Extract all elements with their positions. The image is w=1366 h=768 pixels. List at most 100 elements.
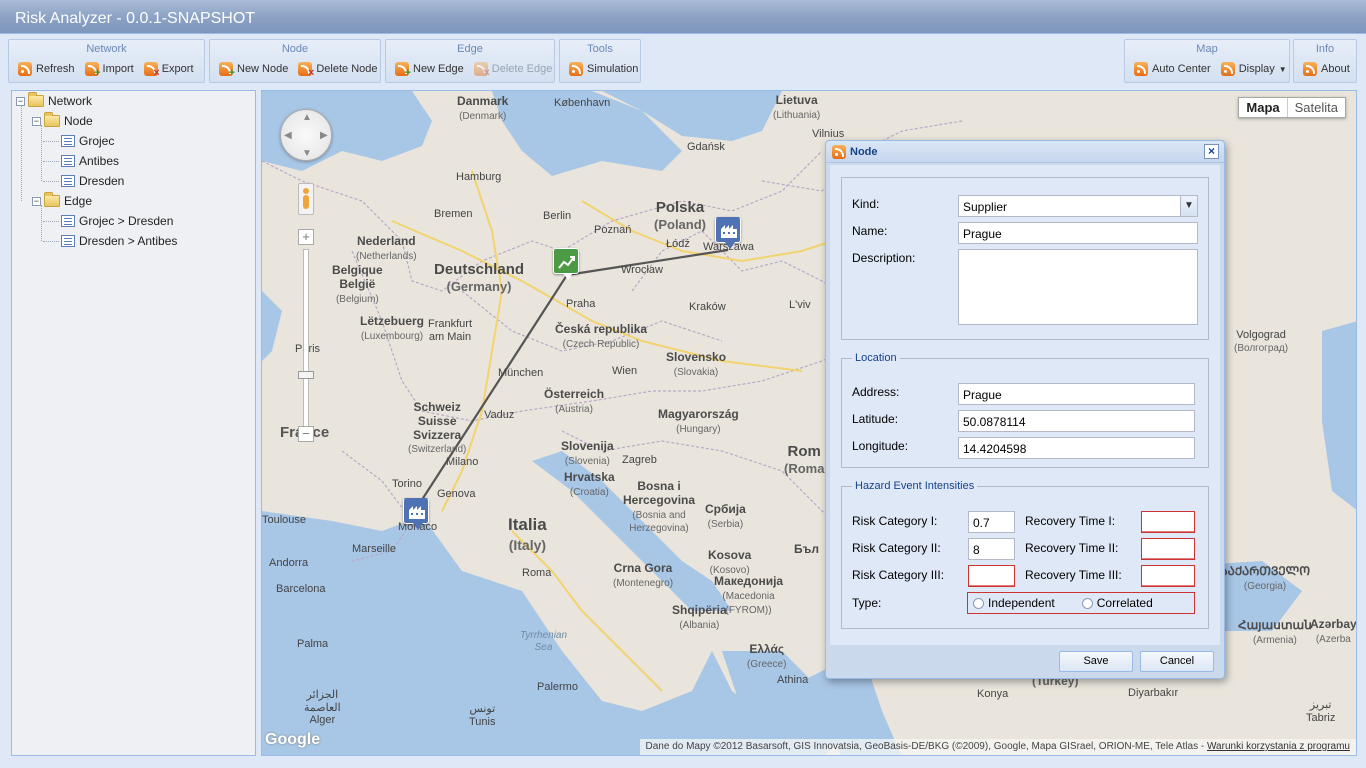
delete-edge-button[interactable]: Delete Edge	[469, 58, 558, 80]
zoom-out-button[interactable]: −	[298, 426, 314, 442]
risk-category-3-field[interactable]	[968, 565, 1015, 587]
map-label: L'viv	[789, 299, 811, 311]
node-marker-antibes[interactable]	[403, 498, 429, 530]
delete-node-label: Delete Node	[316, 63, 378, 75]
pan-control[interactable]: ▲ ▼ ◀ ▶	[280, 109, 332, 161]
map-label: Italia (Italy)	[508, 515, 547, 553]
new-edge-button[interactable]: New Edge	[390, 58, 469, 80]
tree-item-edge-folder[interactable]: − Edge	[32, 192, 92, 210]
map-label: Hamburg	[456, 171, 502, 183]
tree-item-node[interactable]: Dresden	[61, 172, 124, 190]
auto-center-label: Auto Center	[1152, 63, 1211, 75]
map-label: München	[498, 367, 544, 379]
map-label: ᲡᲐᲥᲐᲠᲗᲕᲔᲚᲝ (Georgia)	[1220, 564, 1311, 592]
collapse-toggle-icon[interactable]: −	[16, 96, 25, 106]
import-button[interactable]: Import	[80, 58, 139, 80]
tree-item-network[interactable]: − Network	[16, 92, 92, 110]
map-label: Poznań	[594, 224, 632, 236]
edge-icon	[61, 215, 75, 227]
pan-down-icon[interactable]: ▼	[302, 148, 312, 159]
auto-center-icon	[1134, 62, 1148, 76]
auto-center-button[interactable]: Auto Center	[1129, 58, 1216, 80]
close-icon[interactable]: ×	[1204, 144, 1219, 159]
tree-item-node-folder[interactable]: − Node	[32, 112, 93, 130]
longitude-field[interactable]: 14.4204598	[958, 437, 1195, 459]
export-icon	[143, 62, 160, 79]
tree-item-node[interactable]: Antibes	[61, 152, 119, 170]
zoom-slider-track[interactable]	[303, 249, 309, 429]
new-edge-label: New Edge	[413, 63, 464, 75]
independent-radio[interactable]	[973, 597, 984, 609]
tree-item-node[interactable]: Grojec	[61, 132, 114, 150]
node-marker-dresden[interactable]	[553, 248, 579, 280]
map-label: Kosova (Kosovo)	[708, 548, 752, 576]
kind-select[interactable]: Supplier ▼	[958, 195, 1198, 217]
pan-up-icon[interactable]: ▲	[302, 112, 312, 123]
map-label: Lëtzebuerg (Luxembourg)	[360, 314, 425, 342]
correlated-label[interactable]: Correlated	[1097, 596, 1153, 610]
chart-icon	[558, 256, 575, 269]
tree-item-label: Grojec > Dresden	[79, 214, 174, 228]
collapse-toggle-icon[interactable]: −	[32, 196, 41, 206]
factory-icon	[409, 506, 425, 519]
latitude-field[interactable]: 50.0878114	[958, 410, 1195, 432]
about-label: About	[1321, 63, 1350, 75]
display-menu-button[interactable]: Display ▼	[1216, 58, 1292, 80]
tree-item-edge[interactable]: Dresden > Antibes	[61, 232, 177, 250]
tree-connector	[43, 241, 59, 242]
map-label: تبریز Tabriz	[1306, 699, 1336, 724]
address-field[interactable]: Prague	[958, 383, 1195, 405]
risk-category-2-field[interactable]: 8	[968, 538, 1015, 560]
zoom-slider-handle[interactable]	[298, 371, 314, 379]
tree-item-edge[interactable]: Grojec > Dresden	[61, 212, 173, 230]
risk-category-1-label: Risk Category I:	[852, 514, 938, 528]
tree-connector	[21, 105, 22, 201]
zoom-in-button[interactable]: +	[298, 229, 314, 245]
map-label: Zagreb	[622, 454, 657, 466]
map-label: Österreich (Austria)	[544, 387, 605, 415]
map-label: Rom (Roma	[784, 443, 825, 477]
map-type-satellite-button[interactable]: Satelita	[1288, 98, 1345, 117]
node-dialog: Node × Kind: Supplier ▼ Name: Prague Des…	[825, 140, 1225, 679]
map-label: Magyarország (Hungary)	[658, 407, 739, 435]
map-label: Danmark (Denmark)	[457, 94, 509, 122]
simulation-button[interactable]: Simulation	[564, 58, 643, 80]
edge-icon	[61, 235, 75, 247]
risk-category-1-field[interactable]: 0.7	[968, 511, 1015, 533]
correlated-radio[interactable]	[1081, 597, 1093, 609]
terms-link[interactable]: Warunki korzystania z programu	[1207, 741, 1350, 752]
map-type-map-button[interactable]: Mapa	[1239, 98, 1288, 117]
pan-left-icon[interactable]: ◀	[284, 130, 292, 141]
delete-node-button[interactable]: Delete Node	[293, 58, 382, 80]
independent-label[interactable]: Independent	[988, 596, 1055, 610]
new-node-button[interactable]: New Node	[214, 58, 293, 80]
map-label: Deutschland (Germany)	[434, 261, 525, 295]
map-label: Kraków	[689, 301, 726, 313]
node-marker-grojec[interactable]	[715, 217, 741, 249]
pan-right-icon[interactable]: ▶	[320, 130, 328, 141]
delete-icon	[473, 62, 490, 79]
cancel-button[interactable]: Cancel	[1140, 651, 1214, 672]
map-label: Wrocław	[621, 264, 663, 276]
export-button[interactable]: Export	[139, 58, 199, 80]
recovery-time-1-field[interactable]	[1141, 511, 1195, 533]
refresh-button[interactable]: Refresh	[13, 58, 80, 80]
description-textarea[interactable]	[958, 249, 1198, 325]
delete-icon	[298, 62, 314, 79]
toolbar-group-title: Tools	[587, 43, 613, 55]
map-label: Հայաստան (Armenia)	[1238, 618, 1312, 646]
simulation-icon	[569, 62, 583, 76]
import-label: Import	[102, 63, 134, 75]
recovery-time-3-field[interactable]	[1141, 565, 1195, 587]
about-button[interactable]: About	[1298, 58, 1355, 80]
collapse-toggle-icon[interactable]: −	[32, 116, 41, 126]
dialog-title: Node	[850, 145, 878, 158]
name-label: Name:	[852, 224, 888, 238]
recovery-time-2-field[interactable]	[1141, 538, 1195, 560]
toolbar-group-node: Node New Node Delete Node	[209, 39, 381, 83]
save-button[interactable]: Save	[1059, 651, 1133, 672]
street-view-pegman-icon[interactable]	[298, 183, 314, 215]
name-field[interactable]: Prague	[958, 222, 1198, 244]
map-label: Volgograd (Волгоград)	[1234, 329, 1289, 354]
chevron-down-icon[interactable]: ▼	[1180, 196, 1197, 216]
